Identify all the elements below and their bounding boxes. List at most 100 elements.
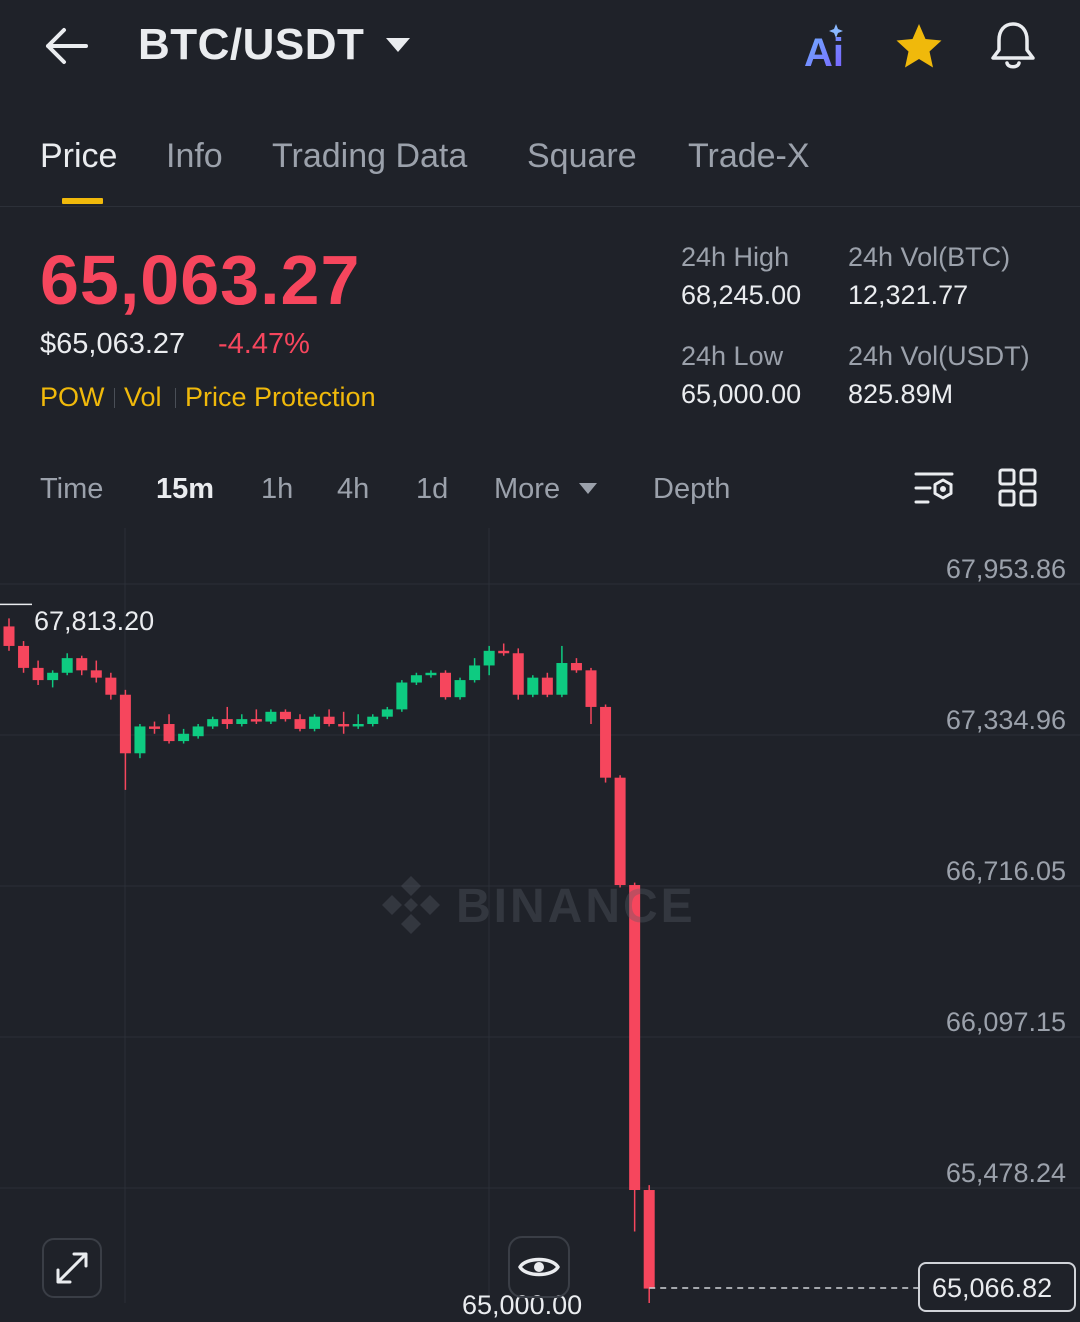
fullscreen-button[interactable] — [42, 1238, 102, 1298]
candle-body — [614, 777, 626, 886]
candle-body — [469, 665, 481, 681]
candle-body — [192, 726, 204, 737]
layout-grid-button[interactable] — [996, 466, 1040, 510]
stat-24h-vol-usdt-label: 24h Vol(USDT) — [848, 341, 1030, 371]
tag-separator — [114, 388, 115, 408]
candle-body — [309, 716, 321, 729]
chevron-down-icon[interactable] — [579, 483, 597, 494]
candle-body — [236, 719, 248, 725]
tab-price[interactable]: Price — [40, 134, 117, 178]
candle-body — [76, 658, 88, 671]
interval-4h[interactable]: 4h — [337, 470, 369, 508]
price-change-percent: -4.47% — [218, 328, 310, 360]
y-axis-tick-label: 66,716.05 — [946, 856, 1066, 886]
high-price-marker: 67,813.20 — [34, 606, 155, 636]
candle-body — [512, 653, 524, 695]
y-axis-tick-label: 67,953.86 — [946, 554, 1066, 584]
favorite-button[interactable] — [892, 20, 946, 74]
candle-body — [541, 677, 553, 695]
candle-body — [483, 650, 495, 666]
eye-icon — [518, 1257, 560, 1277]
candle-body — [207, 719, 219, 727]
stat-24h-vol-usdt-value: 825.89M — [848, 379, 954, 409]
candle-body — [279, 711, 291, 720]
candle-body — [149, 726, 160, 729]
tab-trade-x[interactable]: Trade-X — [688, 134, 810, 178]
indicator-settings-button[interactable] — [912, 466, 958, 512]
visibility-toggle-button[interactable] — [508, 1236, 570, 1298]
stat-24h-low-label: 24h Low — [681, 341, 784, 371]
candle-body — [643, 1190, 655, 1289]
current-price-value: 65,066.82 — [932, 1273, 1053, 1303]
interval-15m[interactable]: 15m — [156, 470, 214, 508]
indicator-settings-icon — [914, 472, 954, 504]
ai-icon: Ai — [804, 24, 844, 75]
stat-24h-low-value: 65,000.00 — [681, 379, 802, 409]
tab-depth[interactable]: Depth — [653, 470, 730, 508]
candle-body — [440, 672, 451, 698]
candle-body — [556, 663, 568, 695]
candle-body — [498, 650, 510, 654]
candle-body — [178, 733, 190, 742]
candle-body — [570, 663, 582, 671]
ai-label: Ai — [804, 31, 844, 74]
candle-body — [221, 719, 233, 725]
tab-info[interactable]: Info — [166, 134, 223, 178]
candle-body — [47, 672, 59, 681]
ai-assistant-button[interactable]: Ai — [800, 22, 856, 75]
binance-logo-icon — [382, 876, 440, 934]
candle-body — [265, 711, 277, 722]
candle-body — [105, 677, 117, 695]
active-tab-indicator — [62, 198, 103, 204]
candle-body — [18, 645, 30, 668]
tab-trading-data[interactable]: Trading Data — [272, 134, 467, 178]
stat-24h-vol-btc-value: 12,321.77 — [848, 280, 969, 310]
candle-body — [32, 667, 44, 681]
candle-body — [410, 675, 422, 683]
candle-body — [134, 726, 146, 754]
candle-body — [3, 626, 15, 646]
candle-body — [367, 716, 379, 725]
candle-body — [352, 724, 364, 727]
candle-body — [338, 724, 350, 727]
watermark-text: BINANCE — [456, 880, 696, 933]
chevron-down-icon[interactable] — [386, 38, 410, 52]
last-price: 65,063.27 — [40, 241, 361, 319]
stat-24h-vol-btc-label: 24h Vol(BTC) — [848, 242, 1011, 272]
tab-square[interactable]: Square — [527, 134, 637, 178]
candle-body — [527, 677, 539, 695]
grid-icon — [998, 468, 1037, 507]
back-button[interactable] — [40, 20, 96, 72]
interval-more[interactable]: More — [494, 470, 560, 508]
candle-body — [119, 694, 131, 754]
stat-24h-high-value: 68,245.00 — [681, 280, 802, 310]
tag-vol[interactable]: Vol — [124, 380, 162, 414]
y-axis-tick-label: 66,097.15 — [946, 1007, 1066, 1037]
candle-body — [396, 682, 408, 710]
alert-button[interactable] — [986, 18, 1040, 74]
tag-separator — [175, 388, 176, 408]
interval-1h[interactable]: 1h — [261, 470, 293, 508]
candle-body — [90, 670, 102, 678]
current-price-tag: 65,066.82 — [918, 1262, 1076, 1312]
star-icon — [896, 24, 942, 68]
candle-body — [454, 680, 466, 698]
back-arrow-icon — [46, 28, 88, 64]
usd-price: $65,063.27 — [40, 328, 186, 360]
candle-body — [381, 709, 393, 717]
candle-body — [163, 724, 175, 742]
stat-24h-high-label: 24h High — [681, 242, 790, 272]
expand-icon — [56, 1252, 88, 1284]
interval-time[interactable]: Time — [40, 470, 103, 508]
pair-title[interactable]: BTC/USDT — [138, 18, 364, 72]
tag-price-protection[interactable]: Price Protection — [185, 380, 376, 414]
candle-body — [425, 672, 437, 676]
bell-icon — [991, 22, 1035, 69]
candle-body — [323, 716, 335, 725]
y-axis-tick-label: 65,478.24 — [946, 1158, 1066, 1188]
y-axis-tick-label: 67,334.96 — [946, 705, 1066, 735]
interval-1d[interactable]: 1d — [416, 470, 448, 508]
tag-pow[interactable]: POW — [40, 380, 105, 414]
candle-body — [294, 719, 306, 729]
binance-watermark: BINANCE — [378, 872, 708, 942]
